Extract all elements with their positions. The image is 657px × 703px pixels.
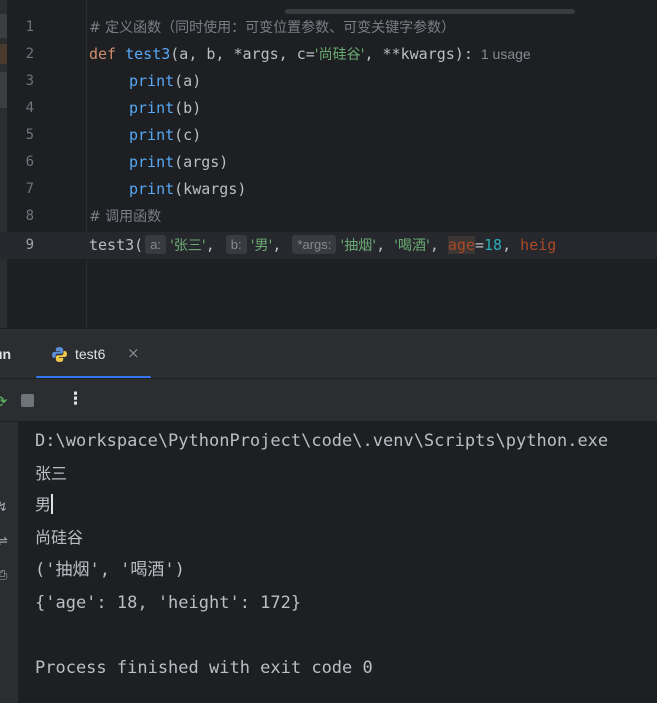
stop-icon[interactable] [21,394,34,407]
print-arg: (args) [174,153,229,171]
scroll-to-end-icon[interactable]: ↯ [0,500,8,515]
code-line-8: 8 # 调用函数 [0,203,657,230]
line-number: 4 [25,100,34,116]
run-window-title: un [0,346,12,362]
console-output[interactable]: D:\workspace\PythonProject\code\.venv\Sc… [18,422,657,703]
param-hint-b: b: [225,235,247,254]
print-call: print [129,126,175,144]
params-open: (a, b, *args, c= [170,45,315,63]
more-options-icon[interactable]: ⋮ [67,389,84,409]
console-sidebar: ↯ ⇌ ⎙ [0,422,18,703]
line-number: 2 [25,46,34,62]
output-line-kwargs: {'age': 18, 'height': 172} [35,593,302,613]
code-line-6: 6 print(args) [0,149,657,176]
separator: , [429,236,448,254]
param-hint-a: a: [145,235,167,254]
value-age: 18 [484,236,503,254]
code-line-1: 1 # 定义函数（同时使用：可变位置参数、可变关键字参数） [0,14,657,41]
output-line-args: ('抽烟', '喝酒') [35,560,185,580]
output-line-a: 张三 [35,464,68,483]
arg-a: '张三' [170,238,206,254]
print-arg: (b) [174,99,202,117]
tab-label: test6 [75,346,106,362]
output-line-c: 尚硅谷 [35,528,84,547]
line-number: 3 [25,73,34,89]
print-arg: (c) [174,126,202,144]
exit-message: Process finished with exit code 0 [35,658,373,678]
comment: # 定义函数（同时使用：可变位置参数、可变关键字参数） [89,20,456,36]
print-arg: (a) [174,72,202,90]
func-call: test3( [89,236,144,254]
usage-hint[interactable]: 1 usage [481,46,531,62]
separator: , [205,236,224,254]
print-icon[interactable]: ⎙ [0,568,7,583]
arg-b: '男' [250,238,273,254]
param-hint-args: *args: [292,235,337,254]
def-keyword: def [89,45,117,63]
function-name[interactable]: test3 [125,45,170,63]
python-file-icon [52,347,67,362]
separator: , [376,236,395,254]
kwarg-age: age [447,236,475,254]
line-number: 1 [25,19,34,35]
print-call: print [129,99,175,117]
print-call: print [129,72,175,90]
line-number: 8 [25,208,34,224]
comment: # 调用函数 [89,209,162,225]
code-line-3: 3 print(a) [0,68,657,95]
arg-args-2: '喝酒' [394,238,430,254]
line-number: 7 [25,181,34,197]
code-line-5: 5 print(c) [0,122,657,149]
default-string: '尚硅谷' [314,47,365,63]
line-number: 6 [25,154,34,170]
separator: , [502,236,521,254]
separator: , [272,236,291,254]
code-line-2: 2 def test3(a, b, *args, c='尚硅谷', **kwar… [0,41,657,68]
print-arg: (kwargs) [174,180,247,198]
line-number: 9 [25,237,34,253]
rerun-icon[interactable]: ⟳ [0,392,7,411]
close-icon[interactable]: × [127,344,140,362]
run-tool-window-header: un test6 × [0,328,657,379]
code-line-7: 7 print(kwargs) [0,176,657,203]
output-text: 男 [35,495,52,514]
print-call: print [129,180,175,198]
interpreter-path-line: D:\workspace\PythonProject\code\.venv\Sc… [35,431,609,451]
soft-wrap-icon[interactable]: ⇌ [0,534,8,549]
kwarg-height: heig [520,236,557,254]
code-line-9: 9 test3(a: '张三', b: '男', *args: '抽烟', '喝酒',… [0,232,657,259]
arg-args-1: '抽烟' [340,238,377,254]
run-toolbar: ⟳ ⋮ [0,378,657,422]
text-caret [51,494,53,514]
line-number: 5 [25,127,34,143]
code-line-4: 4 print(b) [0,95,657,122]
tab-test6[interactable]: test6 × [36,329,151,379]
params-close: , **kwargs): [364,45,473,63]
print-call: print [129,153,175,171]
output-line-b: 男 [35,494,53,516]
equals: = [475,236,485,254]
code-editor[interactable]: 1 # 定义函数（同时使用：可变位置参数、可变关键字参数） 2 def test… [0,0,657,328]
